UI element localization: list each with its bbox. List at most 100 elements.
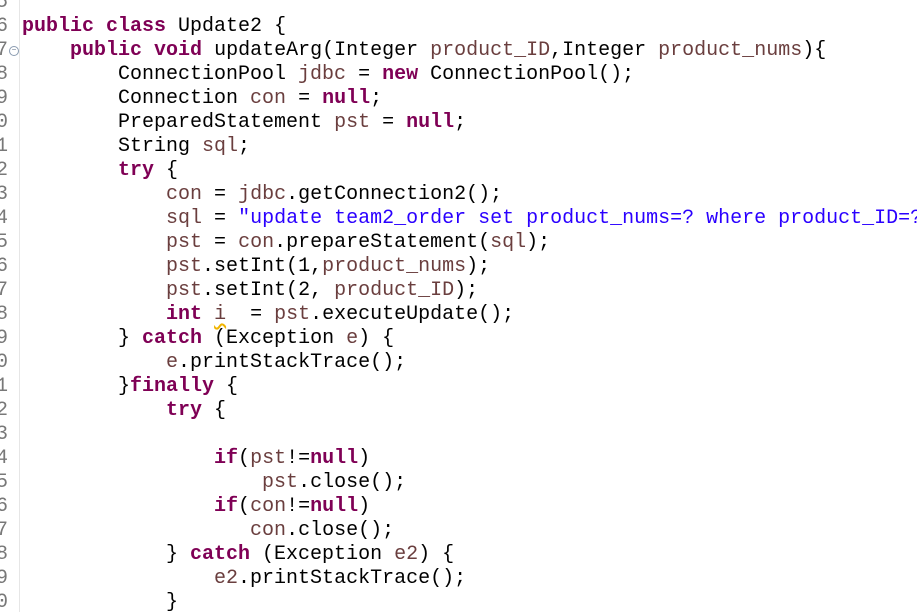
code-line[interactable]: 7 pst.setInt(2, product_ID); [0, 279, 917, 303]
code-line[interactable]: 2 try { [0, 159, 917, 183]
code-token: .getConnection2(); [286, 183, 503, 206]
code-text: e2.printStackTrace(); [22, 567, 466, 591]
code-token: } [22, 375, 131, 398]
code-token: ConnectionPool [22, 63, 299, 86]
line-number: 0 [0, 591, 9, 614]
code-line[interactable]: 3 [0, 423, 917, 447]
line-number: 6 [0, 15, 9, 38]
variable: con [250, 519, 287, 542]
line-number: 5 [0, 471, 9, 494]
line-number: 1 [0, 135, 9, 158]
keyword: null [310, 495, 359, 518]
code-text: PreparedStatement pst = null; [22, 111, 466, 135]
code-token: ) [358, 495, 371, 518]
code-line[interactable]: 4 if(pst!=null) [0, 447, 917, 471]
variable: product_nums [658, 39, 803, 62]
code-token: Update2 { [166, 15, 287, 38]
code-line[interactable]: 8 int i = pst.executeUpdate(); [0, 303, 917, 327]
code-line[interactable]: 1 }finally { [0, 375, 917, 399]
code-line[interactable]: 5 pst = con.prepareStatement(sql); [0, 231, 917, 255]
keyword: null [310, 447, 359, 470]
keyword: int [166, 303, 203, 326]
code-token: ; [370, 87, 383, 110]
code-line[interactable]: 0 PreparedStatement pst = null; [0, 111, 917, 135]
variable: e2 [214, 567, 239, 590]
code-text: con = jdbc.getConnection2(); [22, 183, 502, 207]
code-text: } catch (Exception e2) { [22, 543, 454, 567]
variable: pst [334, 111, 371, 134]
code-token: .setInt(1, [202, 255, 323, 278]
code-token: Connection [22, 87, 251, 110]
code-text: pst.setInt(2, product_ID); [22, 279, 478, 303]
code-token: ( [238, 495, 251, 518]
code-token: } [22, 327, 143, 350]
code-text: public class Update2 { [22, 15, 286, 39]
code-line[interactable]: 8 ConnectionPool jdbc = new ConnectionPo… [0, 63, 917, 87]
variable: i [214, 303, 227, 326]
variable: e [166, 351, 179, 374]
code-line[interactable]: 6 if(con!=null) [0, 495, 917, 519]
variable: pst [262, 471, 299, 494]
code-token: = [226, 303, 275, 326]
line-number: 2 [0, 159, 9, 182]
code-line[interactable]: 8 } catch (Exception e2) { [0, 543, 917, 567]
variable: con [250, 495, 287, 518]
code-line[interactable]: 7− public void updateArg(Integer product… [0, 39, 917, 63]
keyword: catch [190, 543, 251, 566]
line-number: 4 [0, 207, 9, 230]
code-token: String [22, 135, 203, 158]
keyword: catch [142, 327, 203, 350]
code-token: (Exception [250, 543, 395, 566]
code-line[interactable]: 0 e.printStackTrace(); [0, 351, 917, 375]
code-line[interactable]: 6 public class Update2 { [0, 15, 917, 39]
variable: product_ID [334, 279, 455, 302]
code-line[interactable]: 1 String sql; [0, 135, 917, 159]
line-number: 9 [0, 327, 9, 350]
line-number: 6 [0, 255, 9, 278]
code-line[interactable]: 6 pst.setInt(1,product_nums); [0, 255, 917, 279]
code-token: != [286, 495, 311, 518]
code-token: .printStackTrace(); [178, 351, 407, 374]
code-token: = [370, 111, 407, 134]
variable: pst [166, 279, 203, 302]
code-line[interactable]: 9 e2.printStackTrace(); [0, 567, 917, 591]
variable: jdbc [298, 63, 347, 86]
line-number: 5 [0, 0, 9, 14]
variable: sql [490, 231, 527, 254]
code-line[interactable]: 7 con.close(); [0, 519, 917, 543]
code-line[interactable]: 9 Connection con = null; [0, 87, 917, 111]
line-number: 9 [0, 87, 9, 110]
code-token: .executeUpdate(); [310, 303, 515, 326]
code-text: pst = con.prepareStatement(sql); [22, 231, 550, 255]
code-line[interactable]: 4 sql = "update team2_order set product_… [0, 207, 917, 231]
code-line[interactable]: 2 try { [0, 399, 917, 423]
code-line[interactable]: 5 [0, 0, 917, 15]
code-token: = [202, 183, 239, 206]
code-token: ,Integer [550, 39, 659, 62]
code-token: { [214, 375, 239, 398]
code-line[interactable]: 9 } catch (Exception e) { [0, 327, 917, 351]
code-line[interactable]: 5 pst.close(); [0, 471, 917, 495]
variable: e2 [394, 543, 419, 566]
code-line[interactable]: 3 con = jdbc.getConnection2(); [0, 183, 917, 207]
code-token: .printStackTrace(); [238, 567, 467, 590]
keyword: try [118, 159, 155, 182]
variable: e [346, 327, 359, 350]
line-number: 7 [0, 39, 9, 62]
variable: pst [166, 255, 203, 278]
line-number: 8 [0, 303, 9, 326]
code-editor[interactable]: 5 6 public class Update2 {7− public void u… [0, 0, 917, 615]
collapse-icon[interactable]: − [9, 46, 19, 56]
code-line[interactable]: 0 } [0, 591, 917, 615]
code-text: try { [22, 399, 226, 423]
